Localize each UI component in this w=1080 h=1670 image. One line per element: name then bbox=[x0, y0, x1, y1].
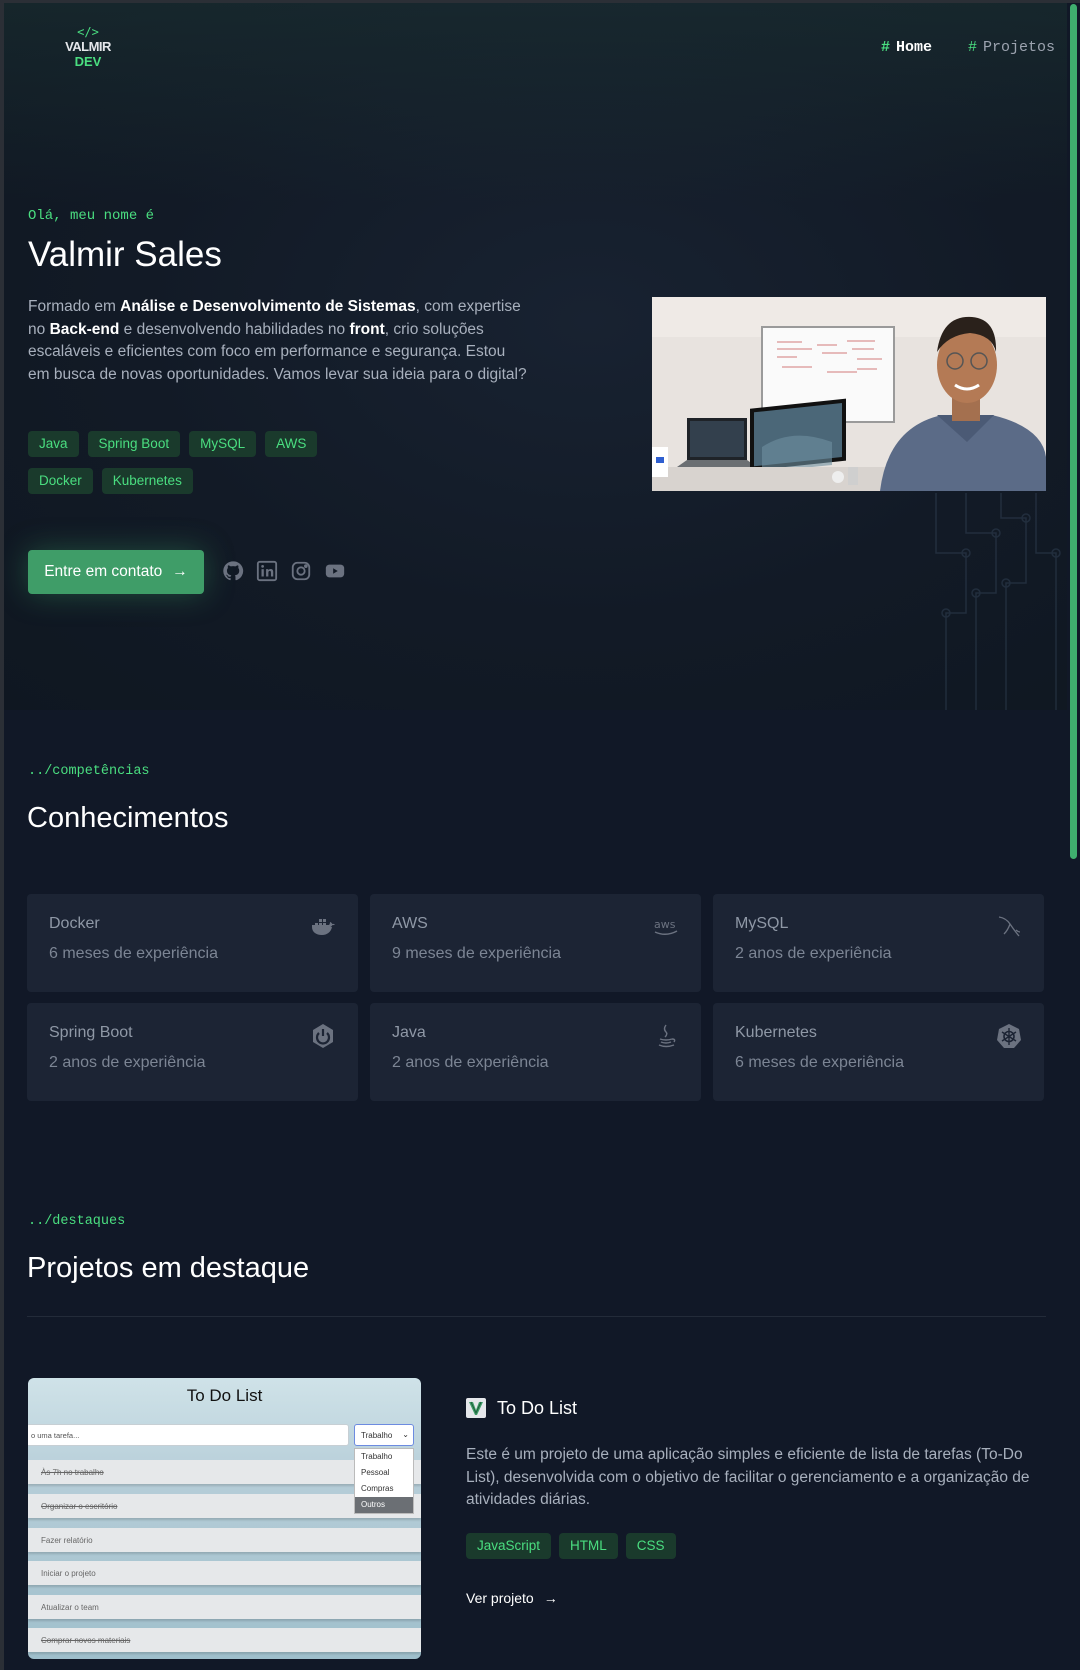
desc-bold: front bbox=[349, 320, 385, 338]
youtube-icon[interactable] bbox=[324, 560, 346, 582]
screenshot-task-input: o uma tarefa... bbox=[28, 1424, 349, 1446]
skill-name: Kubernetes bbox=[735, 1024, 817, 1041]
scrollbar-thumb[interactable] bbox=[1070, 4, 1077, 859]
skill-card-aws: AWS 9 meses de experiência aws bbox=[370, 894, 701, 992]
brand-line1: VALMIR bbox=[65, 39, 111, 54]
aws-icon: aws bbox=[654, 918, 678, 935]
skill-card-spring-boot: Spring Boot 2 anos de experiência bbox=[27, 1003, 358, 1101]
tag-aws: AWS bbox=[265, 431, 318, 457]
tag-docker: Docker bbox=[28, 468, 93, 494]
instagram-icon[interactable] bbox=[290, 560, 312, 582]
skill-experience: 9 meses de experiência bbox=[392, 945, 561, 962]
mysql-icon bbox=[998, 916, 1021, 937]
screenshot-option: Pessoal bbox=[361, 1468, 390, 1477]
chevron-down-icon: ⌄ bbox=[402, 1430, 409, 1439]
svg-text:aws: aws bbox=[654, 918, 676, 931]
project-name: To Do List bbox=[497, 1398, 578, 1418]
tag-javascript: JavaScript bbox=[466, 1533, 552, 1559]
arrow-right-icon: → bbox=[543, 1590, 558, 1606]
screenshot-category-select: Trabalho ⌄ bbox=[354, 1424, 414, 1446]
tag-java: Java bbox=[28, 431, 79, 457]
skill-experience: 6 meses de experiência bbox=[735, 1054, 904, 1071]
hero-greeting: Olá, meu nome é bbox=[28, 208, 155, 224]
screenshot-option-selected: Outros bbox=[355, 1497, 413, 1513]
brand-line2: DEV bbox=[74, 54, 102, 69]
screenshot-task-row: Atualizar o team bbox=[28, 1595, 421, 1619]
brand-logo[interactable]: </> VALMIR DEV bbox=[54, 25, 122, 69]
screenshot-task-row: Fazer relatório bbox=[28, 1528, 421, 1552]
skill-card-docker: Docker 6 meses de experiência bbox=[27, 894, 358, 992]
hero-glow bbox=[4, 3, 1067, 203]
tag-kubernetes: Kubernetes bbox=[101, 468, 193, 494]
skill-card-kubernetes: Kubernetes 6 meses de experiência bbox=[713, 1003, 1044, 1101]
screenshot-title: To Do List bbox=[186, 1386, 263, 1405]
hash-icon: # bbox=[967, 39, 977, 56]
view-project-link[interactable]: Ver projeto → bbox=[466, 1590, 558, 1606]
screenshot-task-row: Comprar novos materiais bbox=[28, 1628, 421, 1652]
section-divider bbox=[27, 1316, 1046, 1317]
code-brackets-icon: </> bbox=[77, 25, 99, 39]
github-icon[interactable] bbox=[222, 560, 244, 582]
skill-experience: 2 anos de experiência bbox=[49, 1054, 206, 1071]
desc-bold: Análise e Desenvolvimento de Sistemas bbox=[120, 298, 416, 315]
view-project-label: Ver projeto bbox=[466, 1590, 534, 1606]
tag-html: HTML bbox=[559, 1533, 618, 1559]
contact-button-label: Entre em contato bbox=[44, 563, 163, 580]
screenshot-option: Compras bbox=[361, 1484, 394, 1493]
skills-title: Conhecimentos bbox=[27, 802, 229, 834]
skill-name: AWS bbox=[392, 915, 428, 932]
profile-photo bbox=[652, 297, 1046, 491]
skill-experience: 2 anos de experiência bbox=[735, 945, 892, 962]
screenshot-task-row: Iniciar o projeto bbox=[28, 1561, 421, 1585]
hero-description: Formado em Análise e Desenvolvimento de … bbox=[28, 296, 528, 386]
skills-grid: Docker 6 meses de experiência AWS 9 mese… bbox=[27, 894, 1046, 1101]
tag-mysql: MySQL bbox=[189, 431, 257, 457]
hero-section: </> VALMIR DEV # Home # Projetos Olá, meu … bbox=[4, 3, 1067, 710]
projects-kicker: ../destaques bbox=[28, 1214, 126, 1229]
kubernetes-icon bbox=[997, 1024, 1021, 1048]
skill-name: Docker bbox=[49, 915, 100, 932]
nav-projetos-label: Projetos bbox=[982, 39, 1055, 56]
linkedin-icon[interactable] bbox=[256, 560, 278, 582]
nav-home-label: Home bbox=[895, 39, 932, 56]
social-links bbox=[222, 560, 346, 582]
skill-name: MySQL bbox=[735, 915, 789, 932]
screenshot-option: Trabalho bbox=[361, 1452, 393, 1461]
screenshot-options-list: Trabalho Pessoal Compras Outros bbox=[354, 1448, 414, 1514]
skill-card-java: Java 2 anos de experiência bbox=[370, 1003, 701, 1101]
circuit-decoration bbox=[935, 493, 1061, 710]
desc-text: e desenvolvendo habilidades no bbox=[119, 320, 350, 338]
hero-tags: Java Spring Boot MySQL AWS Docker Kubern… bbox=[28, 431, 358, 494]
contact-button[interactable]: Entre em contato → bbox=[28, 550, 204, 594]
java-icon bbox=[658, 1024, 676, 1048]
nav-projetos[interactable]: # Projetos bbox=[968, 39, 1055, 56]
spring-power-icon bbox=[313, 1024, 333, 1048]
skill-experience: 6 meses de experiência bbox=[49, 945, 218, 962]
skills-kicker: ../competências bbox=[28, 764, 150, 779]
tag-spring-boot: Spring Boot bbox=[87, 431, 181, 457]
project-description: Este é um projeto de uma aplicação simpl… bbox=[466, 1446, 1030, 1508]
vuetify-v-icon bbox=[466, 1398, 486, 1418]
skill-name: Java bbox=[392, 1024, 426, 1041]
project-tags: JavaScript HTML CSS bbox=[466, 1533, 676, 1559]
tag-css: CSS bbox=[625, 1533, 676, 1559]
arrow-right-icon: → bbox=[172, 563, 188, 580]
projects-title: Projetos em destaque bbox=[27, 1252, 310, 1284]
docker-icon bbox=[312, 919, 335, 935]
top-nav: # Home # Projetos bbox=[881, 39, 1055, 56]
hash-icon: # bbox=[880, 39, 890, 56]
desc-text: Formado em bbox=[28, 298, 121, 315]
desc-bold: Back-end bbox=[49, 320, 120, 338]
skill-experience: 2 anos de experiência bbox=[392, 1054, 549, 1071]
hero-name: Valmir Sales bbox=[28, 235, 222, 274]
nav-home[interactable]: # Home bbox=[881, 39, 932, 56]
skill-card-mysql: MySQL 2 anos de experiência bbox=[713, 894, 1044, 992]
project-screenshot[interactable]: To Do List o uma tarefa... Trabalho ⌄ Às … bbox=[28, 1378, 421, 1659]
skill-name: Spring Boot bbox=[49, 1024, 133, 1041]
select-value: Trabalho bbox=[361, 1431, 393, 1440]
